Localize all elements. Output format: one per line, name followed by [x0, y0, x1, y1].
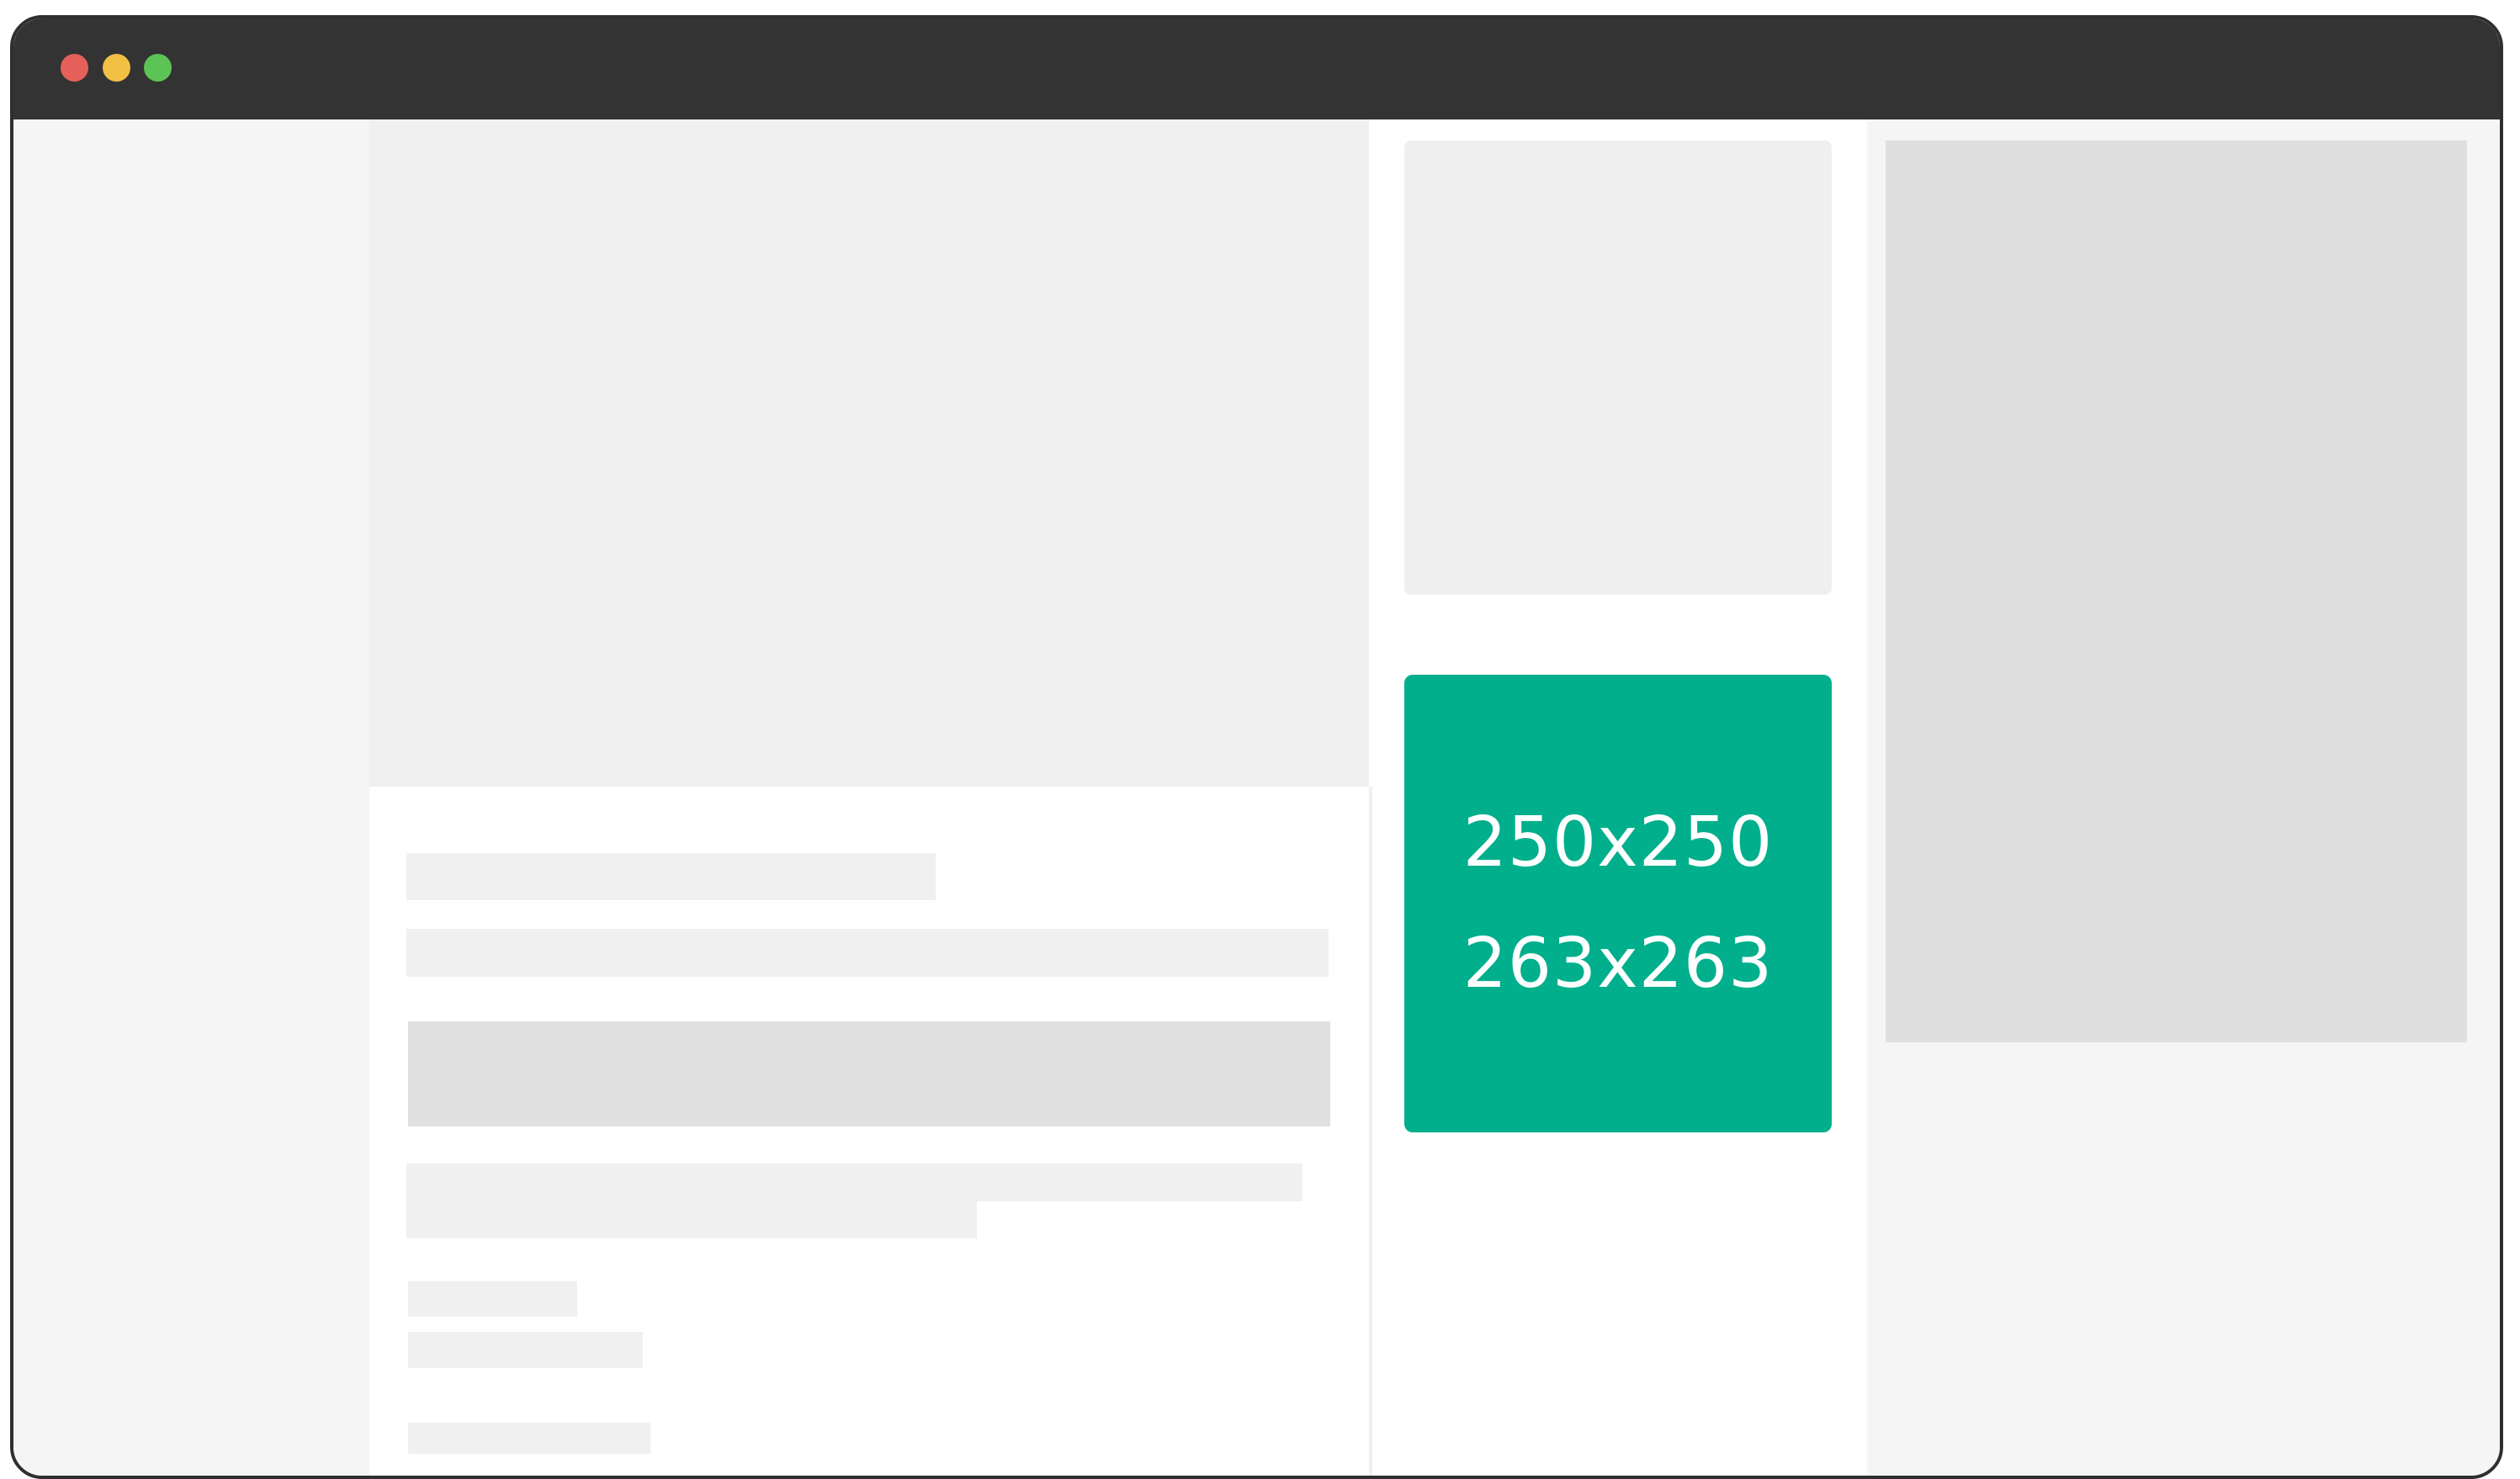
hero-image-placeholder: [369, 119, 1369, 787]
meta-line-1: [408, 1281, 577, 1317]
meta-line-2: [408, 1332, 643, 1368]
browser-window: 250x250 263x263: [10, 15, 2503, 1479]
ad-column: 250x250 263x263: [1372, 119, 1867, 1476]
ad-banner[interactable]: 250x250 263x263: [1404, 675, 1832, 1132]
headline-placeholder: [406, 853, 936, 900]
text-block-placeholder: [408, 1021, 1330, 1126]
ad-placeholder-top: [1404, 140, 1832, 595]
maximize-window-button[interactable]: [144, 54, 172, 82]
paragraph-line-1: [406, 1164, 1302, 1201]
paragraph-line-2: [406, 1201, 977, 1238]
minimize-window-button[interactable]: [103, 54, 130, 82]
left-sidebar: [13, 119, 369, 1476]
main-content: [369, 119, 1372, 1476]
subheadline-placeholder: [406, 929, 1329, 977]
meta-line-3: [408, 1423, 650, 1454]
ad-size-label-2: 263x263: [1462, 924, 1774, 1004]
ad-size-label-1: 250x250: [1462, 803, 1774, 883]
right-sidebar: [1867, 119, 2500, 1476]
close-window-button[interactable]: [61, 54, 88, 82]
right-panel-placeholder: [1886, 140, 2467, 1042]
title-bar: [13, 19, 2500, 119]
